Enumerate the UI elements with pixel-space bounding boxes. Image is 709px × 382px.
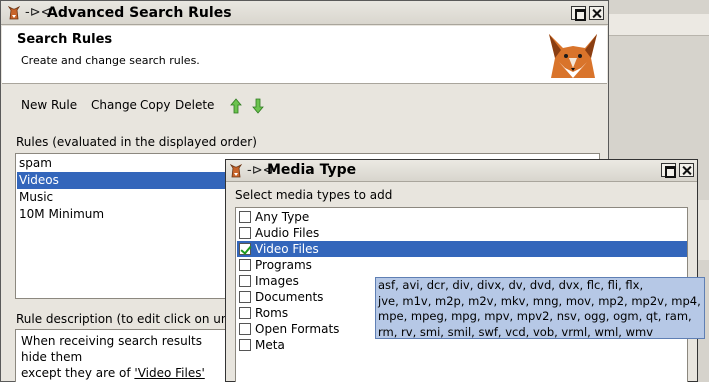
tooltip-line-3: mpe, mpeg, mpg, mpv, mpv2, nsv, ogg, ogm… [378, 309, 692, 323]
header-subtitle: Create and change search rules. [21, 54, 200, 67]
media-type-label: Meta [255, 338, 285, 352]
tooltip-line-4: rm, rv, smi, smil, swf, vcd, vob, vrml, … [378, 324, 653, 339]
media-dialog-label: Select media types to add [235, 188, 393, 202]
checkbox-icon[interactable] [239, 323, 251, 335]
delete-button[interactable]: Delete [175, 97, 214, 113]
tooltip-line-1: asf, avi, dcr, div, divx, dv, dvd, dvx, … [378, 278, 644, 292]
checkbox-icon[interactable] [239, 259, 251, 271]
app-icon [8, 6, 20, 20]
media-type-dialog: -⊳⊲ Media Type Select media types to add… [225, 159, 698, 382]
media-type-any-type[interactable]: Any Type [237, 209, 687, 225]
maximize-icon[interactable] [661, 163, 676, 178]
arrow-up-icon[interactable] [230, 98, 242, 114]
media-type-label: Images [255, 274, 299, 288]
extensions-tooltip: asf, avi, dcr, div, divx, dv, dvd, dvx, … [375, 277, 705, 339]
dialog-header: Search Rules Create and change search ru… [2, 26, 607, 84]
rules-label: Rules (evaluated in the displayed order) [16, 135, 257, 149]
background-toolbar [608, 14, 709, 36]
copy-button[interactable]: Copy [140, 97, 170, 113]
checkbox-icon[interactable] [239, 227, 251, 239]
close-icon[interactable] [679, 163, 694, 177]
toolbar: New Rule Change Copy Delete [1, 97, 301, 117]
media-type-video-files[interactable]: Video Files [237, 241, 687, 257]
media-dialog-title: Media Type [267, 162, 357, 178]
change-button[interactable]: Change [91, 97, 137, 113]
tooltip-line-2: jve, m1v, m2p, m2v, mkv, mng, mov, mp2, … [378, 293, 701, 308]
media-dialog-title-bar[interactable]: -⊳⊲ Media Type [226, 160, 697, 182]
checkbox-icon[interactable] [239, 275, 251, 287]
title-bar[interactable]: -⊳⊲ Advanced Search Rules [1, 1, 608, 25]
description-line-1: When receiving search results [21, 334, 202, 348]
close-icon[interactable] [589, 6, 604, 20]
media-type-label: Documents [255, 290, 324, 304]
media-type-label: Open Formats [255, 322, 340, 336]
media-type-label: Audio Files [255, 226, 320, 240]
media-type-meta[interactable]: Meta [237, 337, 687, 353]
video-files-link[interactable]: 'Video Files' [134, 366, 204, 380]
description-line-3: except they are of 'Video Files' [21, 366, 205, 380]
description-line-3-prefix: except they are of [21, 366, 135, 380]
media-type-label: Video Files [255, 242, 319, 256]
media-type-audio-files[interactable]: Audio Files [237, 225, 687, 241]
app-icon [230, 164, 242, 178]
checkbox-icon[interactable] [239, 291, 251, 303]
rule-description-label: Rule description (to edit click on und [16, 312, 237, 326]
new-rule-button[interactable]: New Rule [21, 97, 77, 113]
checkbox-icon[interactable] [239, 339, 251, 351]
maximize-icon[interactable] [571, 6, 586, 21]
fox-logo [549, 34, 597, 78]
media-type-programs[interactable]: Programs [237, 257, 687, 273]
checkbox-icon[interactable] [239, 307, 251, 319]
checkbox-icon[interactable] [239, 211, 251, 223]
media-type-label: Programs [255, 258, 312, 272]
header-title: Search Rules [17, 32, 113, 47]
window-title: Advanced Search Rules [47, 5, 232, 21]
media-type-label: Any Type [255, 210, 310, 224]
description-line-2: hide them [21, 350, 83, 364]
media-type-label: Roms [255, 306, 289, 320]
checkbox-icon[interactable] [239, 243, 251, 255]
arrow-down-icon[interactable] [252, 98, 264, 114]
